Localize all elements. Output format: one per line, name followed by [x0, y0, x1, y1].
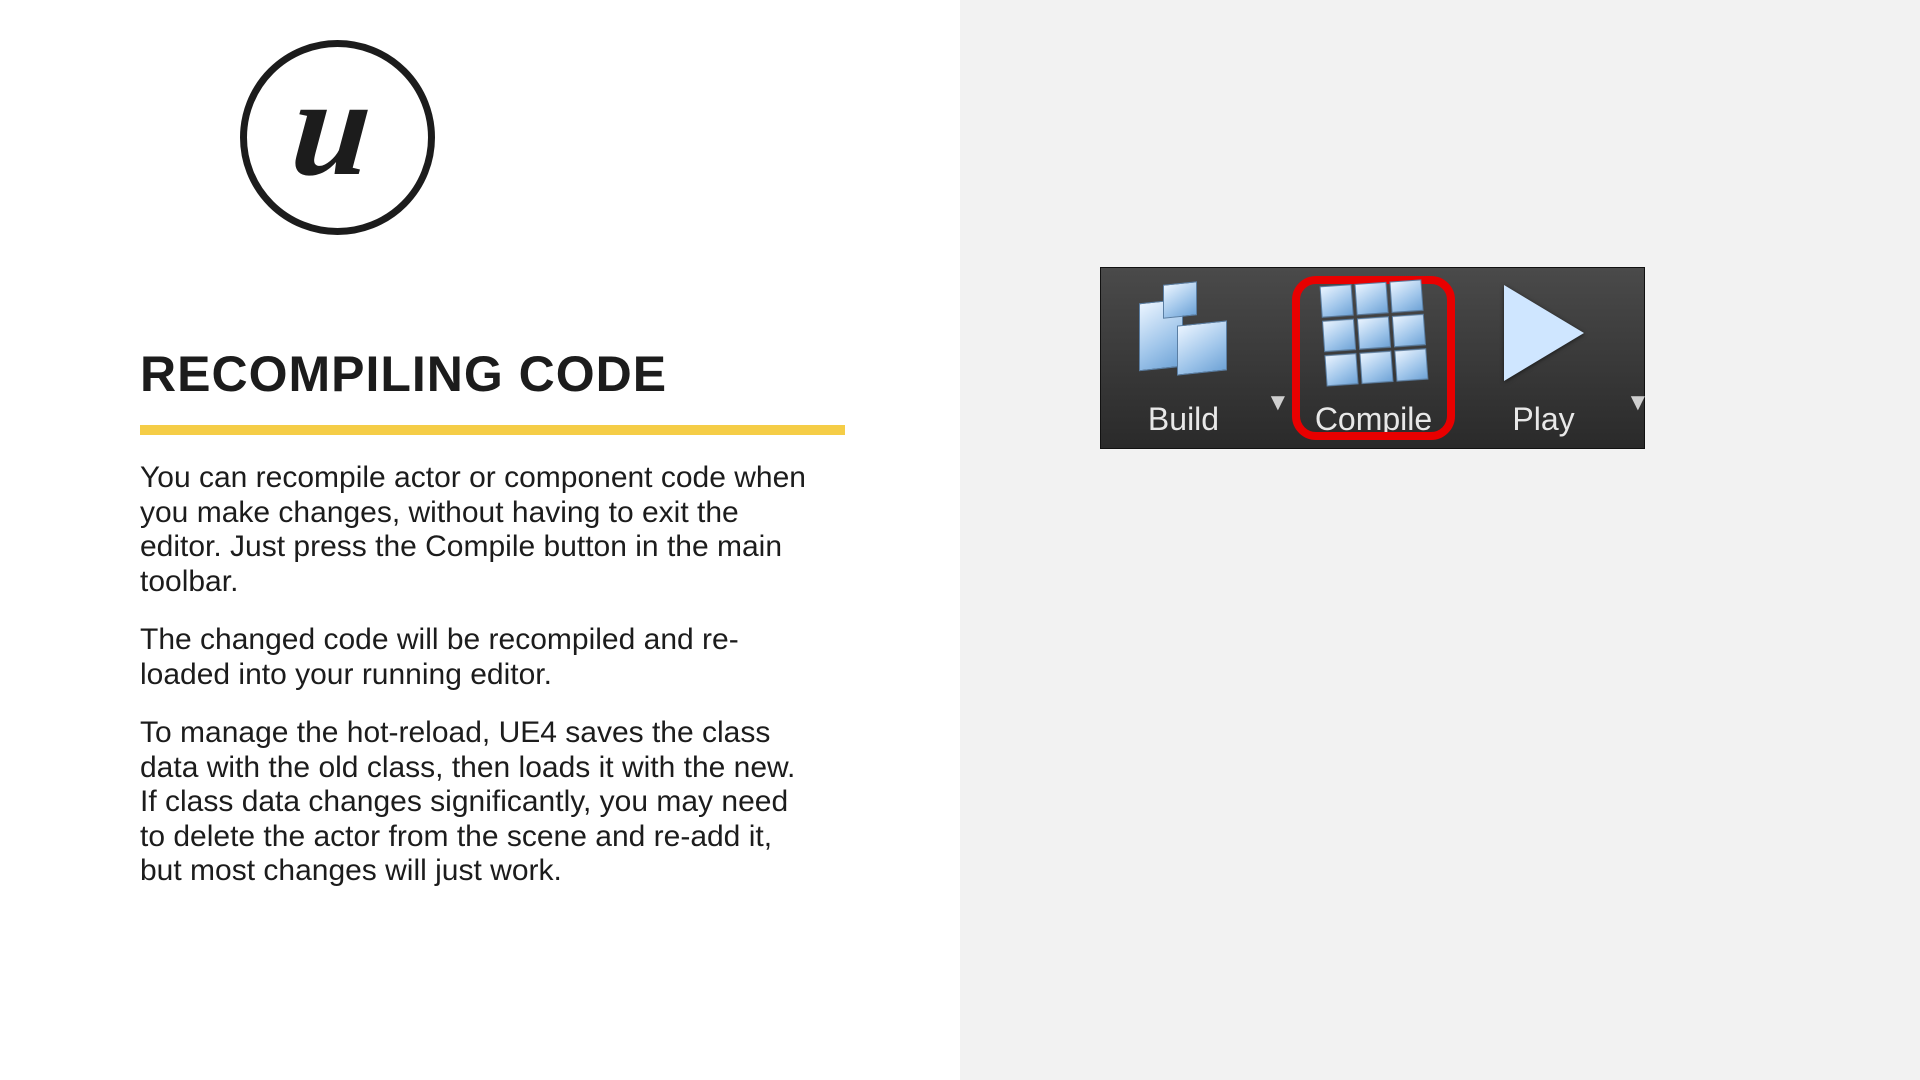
build-icon [1129, 268, 1239, 397]
right-panel: Build ▼ Compile Play ▼ [960, 0, 1920, 1080]
unreal-logo: u [240, 40, 435, 235]
left-panel: u RECOMPILING CODE You can recompile act… [0, 0, 960, 1080]
build-label: Build [1148, 401, 1219, 438]
heading-underline [140, 425, 845, 435]
toolbar-screenshot: Build ▼ Compile Play ▼ [1100, 267, 1645, 449]
play-label: Play [1512, 401, 1574, 438]
build-dropdown-chevron-icon: ▼ [1266, 299, 1286, 417]
compile-icon [1323, 268, 1425, 397]
paragraph-3: To manage the hot-reload, UE4 saves the … [140, 716, 820, 889]
paragraph-2: The changed code will be recompiled and … [140, 623, 820, 692]
slide-heading: RECOMPILING CODE [140, 345, 820, 403]
paragraph-1: You can recompile actor or component cod… [140, 461, 820, 599]
compile-label: Compile [1315, 401, 1432, 438]
play-dropdown-chevron-icon: ▼ [1626, 299, 1646, 417]
logo-wrap: u [240, 40, 820, 235]
play-icon [1504, 268, 1584, 397]
toolbar-build-item: Build [1101, 268, 1266, 448]
toolbar-compile-item: Compile [1286, 268, 1461, 448]
toolbar-play-item: Play [1461, 268, 1626, 448]
unreal-logo-letter: u [286, 58, 376, 198]
